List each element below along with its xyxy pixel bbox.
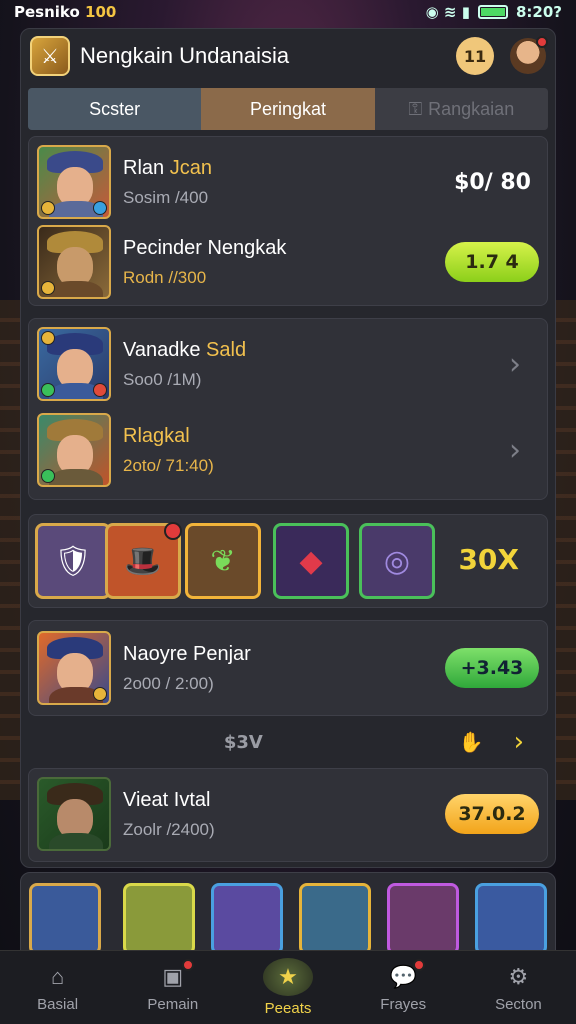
nav-peeats[interactable]: ★ Peeats	[230, 951, 345, 1024]
status-icons: ◉ ≋ ▮ 8:20?	[426, 3, 562, 21]
row-name: Rlan	[123, 156, 165, 179]
home-icon: ⌂	[50, 964, 65, 989]
hero-portrait	[37, 777, 111, 851]
notification-dot-icon	[412, 959, 425, 971]
bottom-nav: ⌂ Basial ▣ Pemain ★ Peeats 💬 Frayes ⚙ Se…	[0, 950, 576, 1024]
header: ⚔ Nengkain Undanaisia 11	[30, 32, 548, 80]
gem-item[interactable]: ◆	[273, 523, 349, 599]
row-name: Vieat Ivtal	[123, 788, 211, 811]
notification-dot-icon	[182, 959, 195, 971]
row-price: $0/ 80	[454, 169, 531, 195]
row-sub: Soo0 /1M)	[123, 369, 202, 389]
tab-bar: Scster Peringkat ⚿ Rangkaian	[28, 88, 548, 130]
status-app-name: Pesniko	[14, 3, 80, 21]
tab-peringkat[interactable]: Peringkat	[201, 88, 375, 130]
menu-round-button[interactable]: 11	[456, 37, 494, 75]
hero-item[interactable]	[299, 883, 371, 955]
hero-item[interactable]	[387, 883, 459, 955]
signal-icon: ◉ ≋ ▮	[425, 3, 470, 21]
hero-item[interactable]: 🎩	[105, 522, 182, 599]
battery-icon	[477, 5, 508, 19]
leaf-item[interactable]	[475, 883, 547, 955]
row-sub: Rodn //300	[123, 267, 207, 287]
hero-item[interactable]	[29, 883, 101, 955]
list-item[interactable]: Vanadke Sald Soo0 /1M) ›	[37, 327, 539, 401]
list-item[interactable]: Vieat Ivtal Zoolr /2400) 37.0.2	[37, 777, 539, 851]
row-sub: 2oto/ 71:40)	[123, 455, 214, 475]
nav-label: Peeats	[264, 1000, 312, 1017]
row-sub: 2o00 / 2:00)	[123, 673, 214, 693]
chevron-right-icon[interactable]: ›	[514, 727, 524, 757]
hero-item[interactable]: 🛡	[35, 523, 111, 599]
row-name: Rlagkal	[123, 424, 190, 447]
nav-secton[interactable]: ⚙ Secton	[461, 951, 576, 1024]
ranking-single: Naoyre Penjar 2o00 / 2:00) +3.43	[28, 620, 548, 716]
lock-icon: ⚿	[408, 98, 423, 119]
nav-basial[interactable]: ⌂ Basial	[0, 951, 115, 1024]
nav-label: Frayes	[380, 996, 427, 1013]
nav-pemain[interactable]: ▣ Pemain	[115, 951, 230, 1024]
list-item[interactable]: Rlagkal 2oto/ 71:40) ›	[37, 413, 539, 487]
hero-item[interactable]	[123, 883, 195, 955]
chevron-right-icon[interactable]: ›	[509, 433, 521, 468]
status-time: 8:20?	[515, 3, 562, 21]
row-name: Pecinder Nengkak	[123, 236, 287, 259]
summary-line: $3V ✋ ›	[28, 722, 548, 762]
hero-portrait	[37, 145, 111, 219]
orb-item[interactable]: ◎	[359, 523, 435, 599]
items-strip: 🛡 🎩 ❦ ◆ ◎ 30X	[28, 514, 548, 608]
nav-label: Basial	[37, 996, 79, 1013]
star-icon: ★	[263, 958, 313, 996]
hero-portrait	[37, 631, 111, 705]
page-title: Nengkain Undanaisia	[80, 43, 290, 68]
nav-label: Pemain	[147, 996, 199, 1013]
leaf-item[interactable]: ❦	[185, 523, 261, 599]
tab-rangkaian[interactable]: ⚿ Rangkaian	[374, 88, 548, 130]
list-item[interactable]: Rlan Jcan Sosim /400 $0/ 80	[37, 145, 539, 219]
orb-item[interactable]	[211, 883, 283, 955]
ranking-last: Vieat Ivtal Zoolr /2400) 37.0.2	[28, 768, 548, 862]
value-button[interactable]: 1.7 4	[445, 242, 539, 282]
tab-scster[interactable]: Scster	[28, 88, 202, 130]
row-sub: Zoolr /2400)	[123, 819, 215, 839]
hero-portrait	[37, 413, 111, 487]
gear-icon: ⚙	[508, 964, 529, 989]
tab-rangkaian-label: Rangkaian	[428, 98, 515, 119]
status-left: Pesniko 100	[14, 3, 116, 21]
status-bar: Pesniko 100 ◉ ≋ ▮ 8:20?	[0, 0, 576, 24]
multiplier-label: 30X	[458, 543, 519, 576]
status-number: 100	[85, 3, 117, 21]
hero-strip	[20, 872, 556, 955]
row-name: Naoyre Penjar	[123, 642, 251, 665]
ranking-group-2: Vanadke Sald Soo0 /1M) › Rlagkal 2oto/ 7…	[28, 318, 548, 500]
summary-label: $3V	[223, 731, 263, 753]
row-name-accent: Jcan	[169, 156, 212, 179]
avatar[interactable]	[510, 36, 548, 74]
hero-portrait	[37, 225, 111, 299]
chevron-right-icon[interactable]: ›	[509, 347, 521, 382]
list-item[interactable]: Pecinder Nengkak Rodn //300 1.7 4	[37, 225, 539, 299]
value-button[interactable]: 37.0.2	[445, 794, 539, 834]
shield-icon[interactable]: ⚔	[30, 36, 70, 76]
list-item[interactable]: Naoyre Penjar 2o00 / 2:00) +3.43	[37, 631, 539, 705]
hero-portrait	[37, 327, 111, 401]
value-button[interactable]: +3.43	[445, 648, 539, 688]
row-sub: Sosim /400	[123, 187, 209, 207]
notification-dot-icon	[536, 36, 548, 48]
nav-label: Secton	[495, 996, 542, 1013]
row-name: Vanadke	[123, 338, 201, 361]
row-name-accent: Sald	[206, 338, 247, 361]
nav-frayes[interactable]: 💬 Frayes	[346, 951, 461, 1024]
hand-icon[interactable]: ✋	[459, 730, 484, 754]
ranking-group-1: Rlan Jcan Sosim /400 $0/ 80 Pecinder Nen…	[28, 136, 548, 306]
